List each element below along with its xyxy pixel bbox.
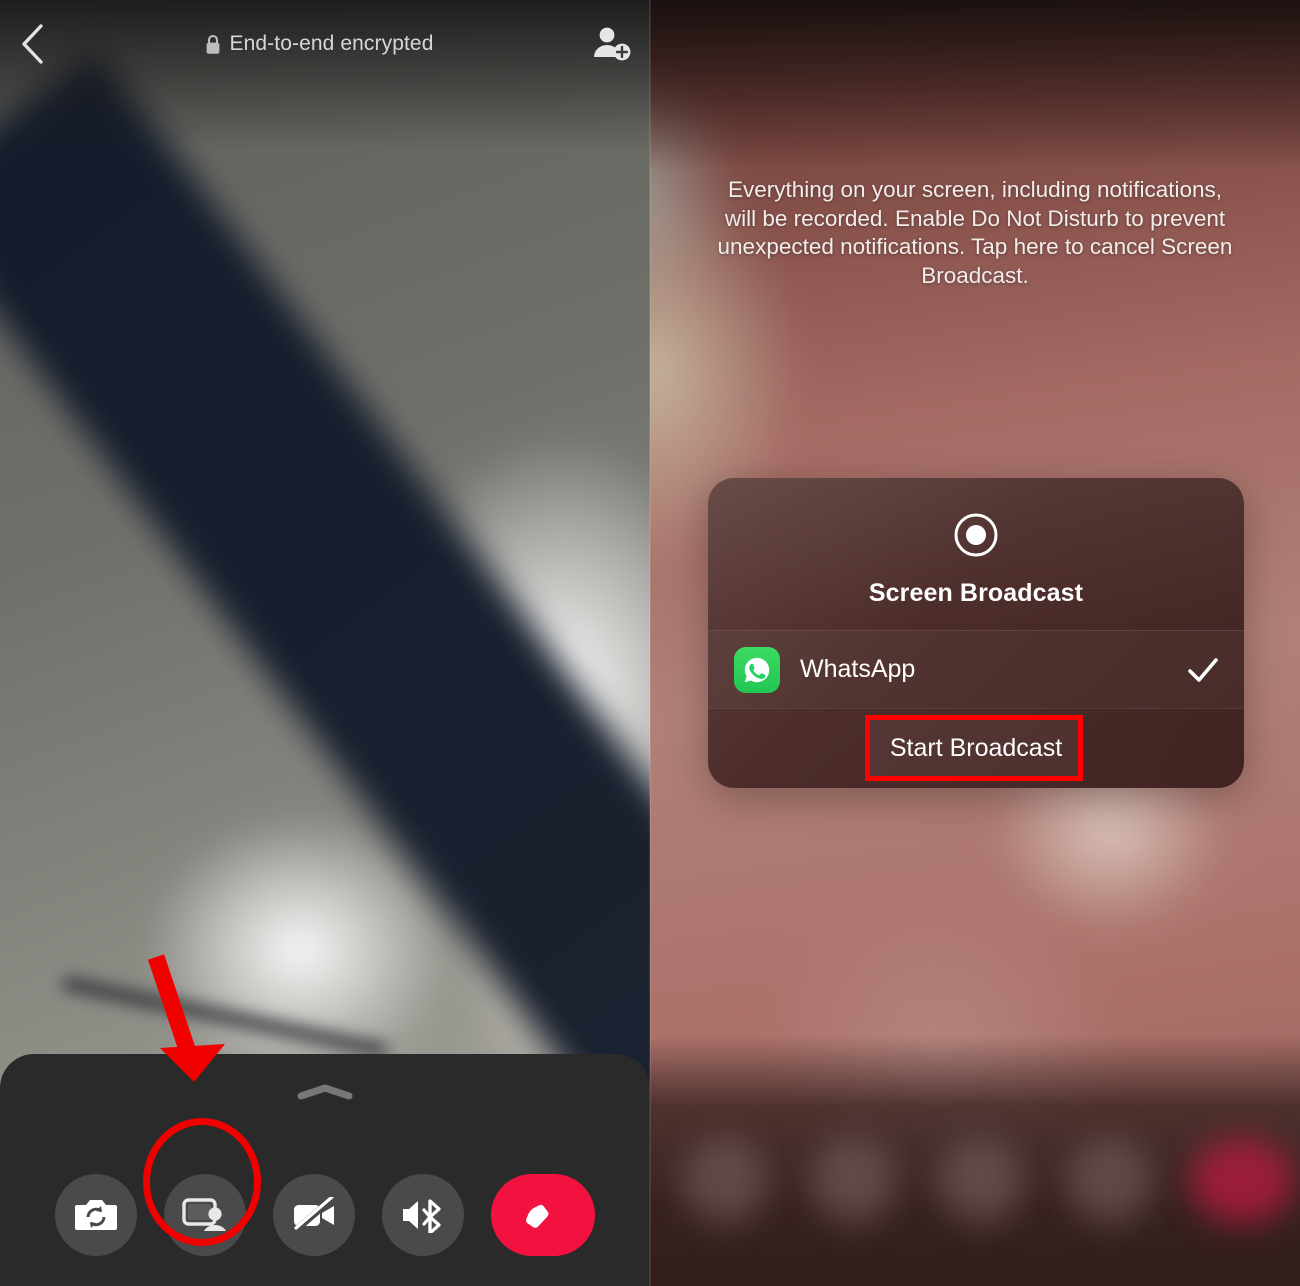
blurred-control-1 [682,1138,768,1224]
flip-camera-button[interactable] [55,1174,137,1256]
screenshot-stage: End-to-end encrypted Everything on your … [0,0,1300,1286]
broadcast-app-label: WhatsApp [800,655,916,683]
call-controls [0,1174,650,1256]
add-person-icon [594,27,631,61]
speaker-bluetooth-button[interactable] [382,1174,464,1256]
broadcast-app-row-whatsapp[interactable]: WhatsApp [708,630,1244,708]
speaker-bluetooth-icon [403,1199,441,1233]
dialog-title: Screen Broadcast [868,579,1084,607]
share-screen-button[interactable] [164,1174,246,1256]
screen-broadcast-screen: Everything on your screen, including not… [650,0,1300,1286]
back-button[interactable] [0,0,64,88]
broadcast-top-shade [650,0,1300,170]
end-call-button[interactable] [491,1174,595,1256]
dialog-header: Screen Broadcast [708,478,1244,630]
whatsapp-glyph [744,657,770,682]
blurred-end-call [1190,1138,1294,1224]
chevron-up-icon [297,1084,353,1100]
encryption-label: End-to-end encrypted [229,32,434,55]
broadcast-notice-text: Everything on your screen, including not… [717,177,1233,288]
record-circle-icon [954,513,998,557]
flip-camera-icon [75,1200,117,1230]
video-off-button[interactable] [273,1174,355,1256]
screen-broadcast-dialog: Screen Broadcast WhatsApp Start Broadcas… [708,478,1244,788]
video-off-icon [292,1197,336,1233]
blurred-control-4 [1066,1138,1152,1224]
lock-icon [206,34,219,54]
checkmark-icon [1188,657,1218,682]
tray-expand-handle[interactable] [297,1084,353,1100]
share-screen-icon [182,1198,226,1231]
end-call-icon [526,1204,549,1228]
start-broadcast-label: Start Broadcast [889,734,1063,762]
call-header: End-to-end encrypted [0,0,650,88]
chevron-left-icon [22,24,43,64]
video-call-screen: End-to-end encrypted [0,0,650,1286]
call-controls-tray [0,1054,650,1286]
blurred-control-2 [810,1138,896,1224]
start-broadcast-button[interactable]: Start Broadcast [708,708,1244,788]
whatsapp-icon [734,646,780,693]
encryption-status: End-to-end encrypted [64,32,574,56]
blurred-control-3 [938,1138,1024,1224]
add-participant-button[interactable] [574,0,650,88]
